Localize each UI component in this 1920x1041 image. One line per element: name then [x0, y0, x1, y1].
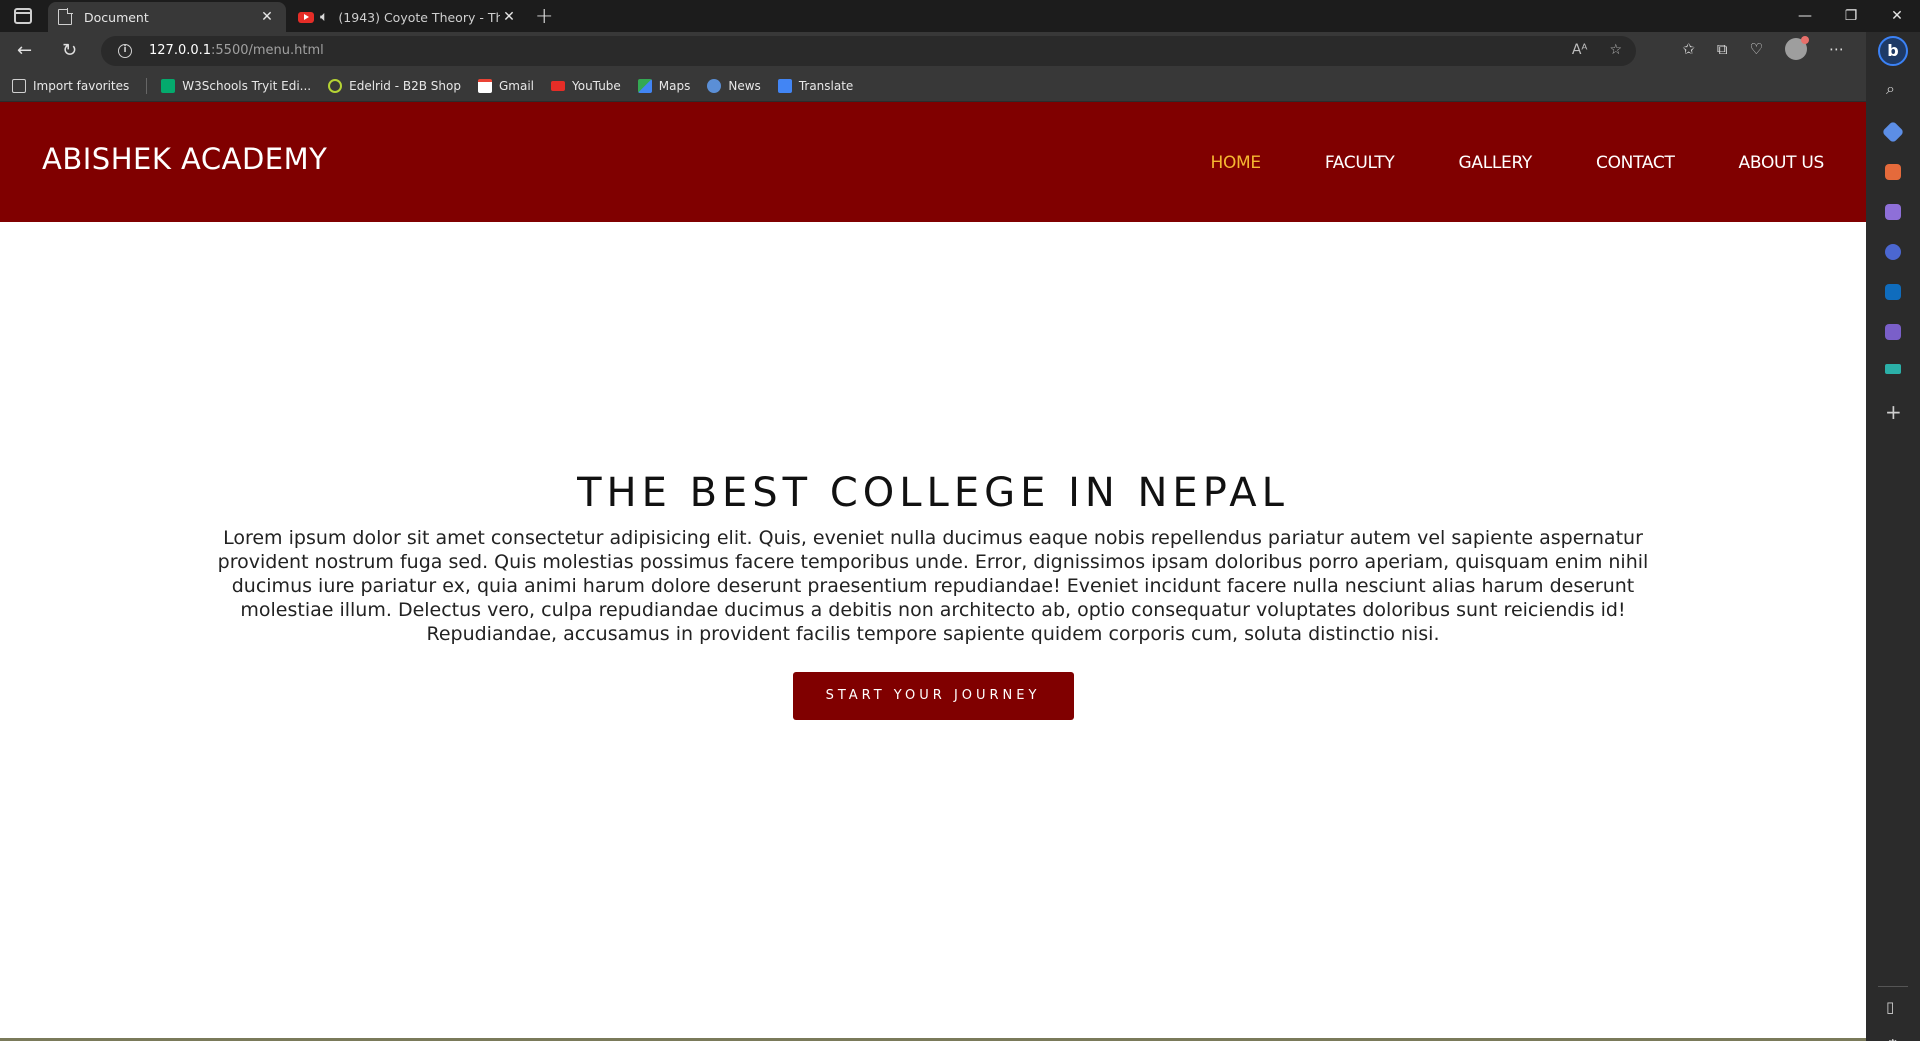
- news-icon: [707, 78, 722, 93]
- favorite-w3schools[interactable]: W3Schools Tryit Edi...: [161, 78, 311, 93]
- tab-document[interactable]: Document ✕: [48, 2, 286, 32]
- nav-home[interactable]: HOME: [1210, 153, 1261, 173]
- close-tab-icon[interactable]: ✕: [258, 9, 276, 25]
- edelrid-icon: [328, 78, 343, 93]
- document-icon: [58, 8, 73, 25]
- favorite-gmail[interactable]: Gmail: [477, 78, 534, 93]
- favorite-maps[interactable]: Maps: [637, 78, 690, 93]
- site-brand[interactable]: ABISHEK ACADEMY: [42, 142, 327, 176]
- url-text[interactable]: 127.0.0.1:5500/menu.html: [149, 43, 324, 58]
- new-tab-button[interactable]: +: [535, 4, 553, 29]
- browser-essentials-icon[interactable]: ♡: [1750, 40, 1763, 62]
- site-header: ABISHEK ACADEMY HOME FACULTY GALLERY CON…: [0, 102, 1866, 222]
- close-tab-icon[interactable]: ✕: [500, 9, 518, 25]
- close-window-icon[interactable]: ✕: [1874, 0, 1920, 32]
- designer-icon[interactable]: [1885, 324, 1901, 340]
- page-viewport: ABISHEK ACADEMY HOME FACULTY GALLERY CON…: [0, 102, 1866, 1041]
- read-aloud-icon[interactable]: Aᴬ: [1572, 42, 1588, 58]
- start-journey-button[interactable]: START YOUR JOURNEY: [792, 672, 1074, 720]
- tools-icon[interactable]: [1885, 164, 1901, 180]
- nav-gallery[interactable]: GALLERY: [1459, 153, 1533, 173]
- more-menu-icon[interactable]: ⋯: [1829, 40, 1844, 62]
- favorite-edelrid[interactable]: Edelrid - B2B Shop: [328, 78, 461, 93]
- favorite-translate[interactable]: Translate: [777, 78, 853, 93]
- hero-title: THE BEST COLLEGE IN NEPAL: [577, 470, 1289, 516]
- favorites-divider: [146, 77, 148, 94]
- search-icon[interactable]: ⌕: [1886, 79, 1895, 99]
- speaker-icon[interactable]: 🔈︎: [320, 9, 328, 25]
- favorite-youtube[interactable]: YouTube: [551, 79, 621, 93]
- microsoft-365-icon[interactable]: [1885, 244, 1901, 260]
- tab-title: Document: [84, 9, 149, 25]
- browser-toolbar: ← ↻ i 127.0.0.1:5500/menu.html Aᴬ ☆ ✩ ⧉ …: [0, 32, 1866, 70]
- nav-faculty[interactable]: FACULTY: [1325, 153, 1395, 173]
- window-controls: — ❐ ✕: [1782, 0, 1920, 32]
- favorite-news[interactable]: News: [707, 78, 761, 93]
- favorite-import[interactable]: Import favorites: [12, 78, 129, 93]
- edge-sidebar: b ⌕ + ▯ ⚙: [1866, 32, 1920, 1041]
- translate-icon: [777, 78, 792, 93]
- main-nav: HOME FACULTY GALLERY CONTACT ABOUT US: [1210, 153, 1824, 173]
- maps-icon: [637, 78, 652, 93]
- refresh-icon[interactable]: ↻: [62, 40, 77, 61]
- tab-title: (1943) Coyote Theory - This: [338, 9, 500, 25]
- address-bar[interactable]: i 127.0.0.1:5500/menu.html Aᴬ ☆: [101, 36, 1636, 66]
- minimize-icon[interactable]: —: [1782, 0, 1828, 32]
- shopping-tag-icon[interactable]: [1881, 120, 1905, 144]
- nav-about-us[interactable]: ABOUT US: [1739, 153, 1825, 173]
- drop-icon[interactable]: [1885, 364, 1901, 374]
- add-sidebar-app-icon[interactable]: +: [1885, 400, 1902, 424]
- hero-section: THE BEST COLLEGE IN NEPAL Lorem ipsum do…: [0, 470, 1866, 720]
- nav-contact[interactable]: CONTACT: [1596, 153, 1675, 173]
- youtube-icon: [551, 80, 565, 91]
- w3schools-icon: [161, 78, 176, 93]
- profile-avatar-icon[interactable]: [1785, 36, 1809, 60]
- hide-sidebar-icon[interactable]: ▯: [1886, 998, 1894, 1016]
- favorite-star-icon[interactable]: ☆: [1609, 42, 1622, 58]
- tab-actions-icon[interactable]: [14, 8, 32, 24]
- sidebar-settings-icon[interactable]: ⚙: [1886, 1036, 1899, 1041]
- collections-icon[interactable]: ⧉: [1717, 40, 1728, 62]
- site-info-icon[interactable]: i: [118, 44, 132, 58]
- outlook-icon[interactable]: [1885, 284, 1901, 300]
- sidebar-divider: [1878, 986, 1908, 987]
- favorites-bar: Import favorites W3Schools Tryit Edi... …: [0, 70, 1866, 102]
- back-icon[interactable]: ←: [17, 40, 32, 61]
- browser-window: Document ✕ 🔈︎ (1943) Coyote Theory - Thi…: [0, 0, 1920, 1041]
- bing-copilot-icon[interactable]: b: [1878, 36, 1908, 66]
- restore-icon[interactable]: ❐: [1828, 0, 1874, 32]
- games-icon[interactable]: [1885, 204, 1901, 220]
- favorites-icon[interactable]: ✩: [1682, 40, 1695, 62]
- hero-description: Lorem ipsum dolor sit amet consectetur a…: [217, 527, 1649, 645]
- youtube-icon: [298, 11, 314, 23]
- gmail-icon: [477, 78, 492, 93]
- tab-strip: Document ✕ 🔈︎ (1943) Coyote Theory - Thi…: [0, 0, 1920, 32]
- import-icon: [12, 78, 26, 93]
- tab-youtube[interactable]: 🔈︎ (1943) Coyote Theory - This ✕: [288, 2, 528, 32]
